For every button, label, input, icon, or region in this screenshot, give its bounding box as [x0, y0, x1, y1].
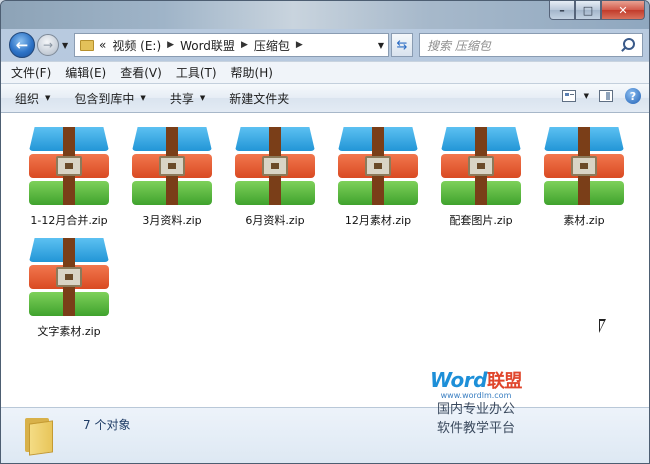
organize-label: 组织 — [15, 91, 40, 106]
breadcrumb-chevron-icon[interactable]: ▶ — [241, 40, 248, 50]
search-input[interactable]: 搜索 压缩包 — [420, 37, 620, 54]
folder-icon — [25, 416, 53, 456]
refresh-button[interactable]: ⇆ — [391, 33, 413, 57]
zip-archive-icon — [441, 127, 521, 205]
explorer-window: – □ ✕ ← → ▼ « 视频 (E:) ▶ Word联盟 ▶ 压缩包 ▶ ▼… — [0, 0, 650, 464]
file-name: 1-12月合并.zip — [30, 214, 108, 227]
file-item[interactable]: 1-12月合并.zip — [19, 117, 119, 227]
back-button[interactable]: ← — [9, 32, 35, 58]
chevron-down-icon: ▼ — [45, 94, 51, 102]
view-controls: ▼ ? — [552, 88, 641, 104]
breadcrumb-chevron-icon[interactable]: ▶ — [167, 40, 174, 50]
file-list[interactable]: 1-12月合并.zip 3月资料.zip 6月资料.zip 12月素材.zip — [1, 113, 649, 407]
navigation-bar: ← → ▼ « 视频 (E:) ▶ Word联盟 ▶ 压缩包 ▶ ▼ ⇆ 搜索 … — [1, 29, 649, 61]
watermark-brand-latin: Word — [430, 368, 487, 392]
command-bar: 组织 ▼ 包含到库中 ▼ 共享 ▼ 新建文件夹 ▼ ? — [1, 83, 649, 113]
search-icon[interactable] — [620, 36, 638, 54]
zip-archive-icon — [29, 238, 109, 316]
preview-pane-icon[interactable] — [599, 90, 613, 102]
watermark-line-1: 国内专业办公 — [436, 402, 515, 417]
title-bar[interactable]: – □ ✕ — [1, 1, 649, 29]
menu-tools[interactable]: 工具(T) — [176, 64, 217, 81]
help-icon[interactable]: ? — [625, 88, 641, 104]
breadcrumb-item[interactable]: Word联盟 — [180, 37, 235, 54]
zip-archive-icon — [235, 127, 315, 205]
breadcrumb-overflow[interactable]: « — [99, 38, 106, 52]
maximize-button[interactable]: □ — [575, 1, 601, 20]
recent-pages-dropdown-icon[interactable]: ▼ — [62, 41, 68, 50]
file-item[interactable]: 12月素材.zip — [328, 117, 428, 227]
new-folder-label: 新建文件夹 — [229, 91, 290, 106]
mouse-cursor-icon — [599, 319, 606, 333]
watermark-brand-cn: 联盟 — [486, 371, 523, 392]
include-in-library-button[interactable]: 包含到库中 ▼ — [74, 90, 145, 107]
zip-archive-icon — [29, 127, 109, 205]
share-label: 共享 — [169, 91, 194, 106]
file-name: 配套图片.zip — [449, 214, 513, 227]
new-folder-button[interactable]: 新建文件夹 — [229, 90, 289, 107]
file-name: 3月资料.zip — [142, 214, 202, 227]
details-pane: 7 个对象 — [1, 407, 649, 463]
zip-archive-icon — [338, 127, 418, 205]
menu-edit[interactable]: 编辑(E) — [65, 64, 106, 81]
menu-view[interactable]: 查看(V) — [120, 64, 162, 81]
watermark: Word联盟 www.wordlm.com 国内专业办公 软件教学平台 — [421, 367, 531, 438]
address-dropdown-icon[interactable]: ▼ — [378, 41, 384, 50]
file-name: 12月素材.zip — [344, 214, 412, 227]
caption-buttons: – □ ✕ — [549, 1, 645, 21]
file-name: 素材.zip — [563, 214, 605, 227]
address-bar[interactable]: « 视频 (E:) ▶ Word联盟 ▶ 压缩包 ▶ ▼ — [74, 33, 389, 57]
search-box[interactable]: 搜索 压缩包 — [419, 33, 643, 57]
menu-help[interactable]: 帮助(H) — [231, 64, 273, 81]
organize-button[interactable]: 组织 ▼ — [15, 90, 50, 107]
breadcrumb-item[interactable]: 压缩包 — [254, 37, 290, 54]
watermark-logo: Word联盟 — [421, 367, 531, 393]
file-name: 6月资料.zip — [245, 214, 305, 227]
close-button[interactable]: ✕ — [601, 1, 645, 20]
file-item[interactable]: 配套图片.zip — [431, 117, 531, 227]
zip-archive-icon — [132, 127, 212, 205]
folder-icon — [80, 39, 94, 51]
include-in-library-label: 包含到库中 — [74, 91, 135, 106]
zip-archive-icon — [544, 127, 624, 205]
file-item[interactable]: 3月资料.zip — [122, 117, 222, 227]
forward-button[interactable]: → — [37, 34, 59, 56]
chevron-down-icon: ▼ — [140, 94, 146, 102]
menu-bar: 文件(F) 编辑(E) 查看(V) 工具(T) 帮助(H) — [1, 61, 649, 83]
file-item[interactable]: 6月资料.zip — [225, 117, 325, 227]
breadcrumb-item[interactable]: 视频 (E:) — [112, 37, 161, 54]
file-name: 文字素材.zip — [37, 325, 101, 338]
chevron-down-icon: ▼ — [199, 94, 206, 102]
file-item[interactable]: 素材.zip — [534, 117, 634, 227]
file-item[interactable]: 文字素材.zip — [19, 228, 119, 338]
watermark-line-2: 软件教学平台 — [436, 421, 515, 436]
menu-file[interactable]: 文件(F) — [11, 64, 51, 81]
change-view-icon[interactable] — [561, 90, 576, 102]
item-count: 7 个对象 — [83, 418, 131, 432]
share-button[interactable]: 共享 ▼ — [170, 90, 205, 107]
minimize-button[interactable]: – — [549, 1, 575, 20]
breadcrumb-chevron-icon[interactable]: ▶ — [296, 40, 303, 50]
view-options-dropdown-icon[interactable]: ▼ — [584, 92, 589, 100]
